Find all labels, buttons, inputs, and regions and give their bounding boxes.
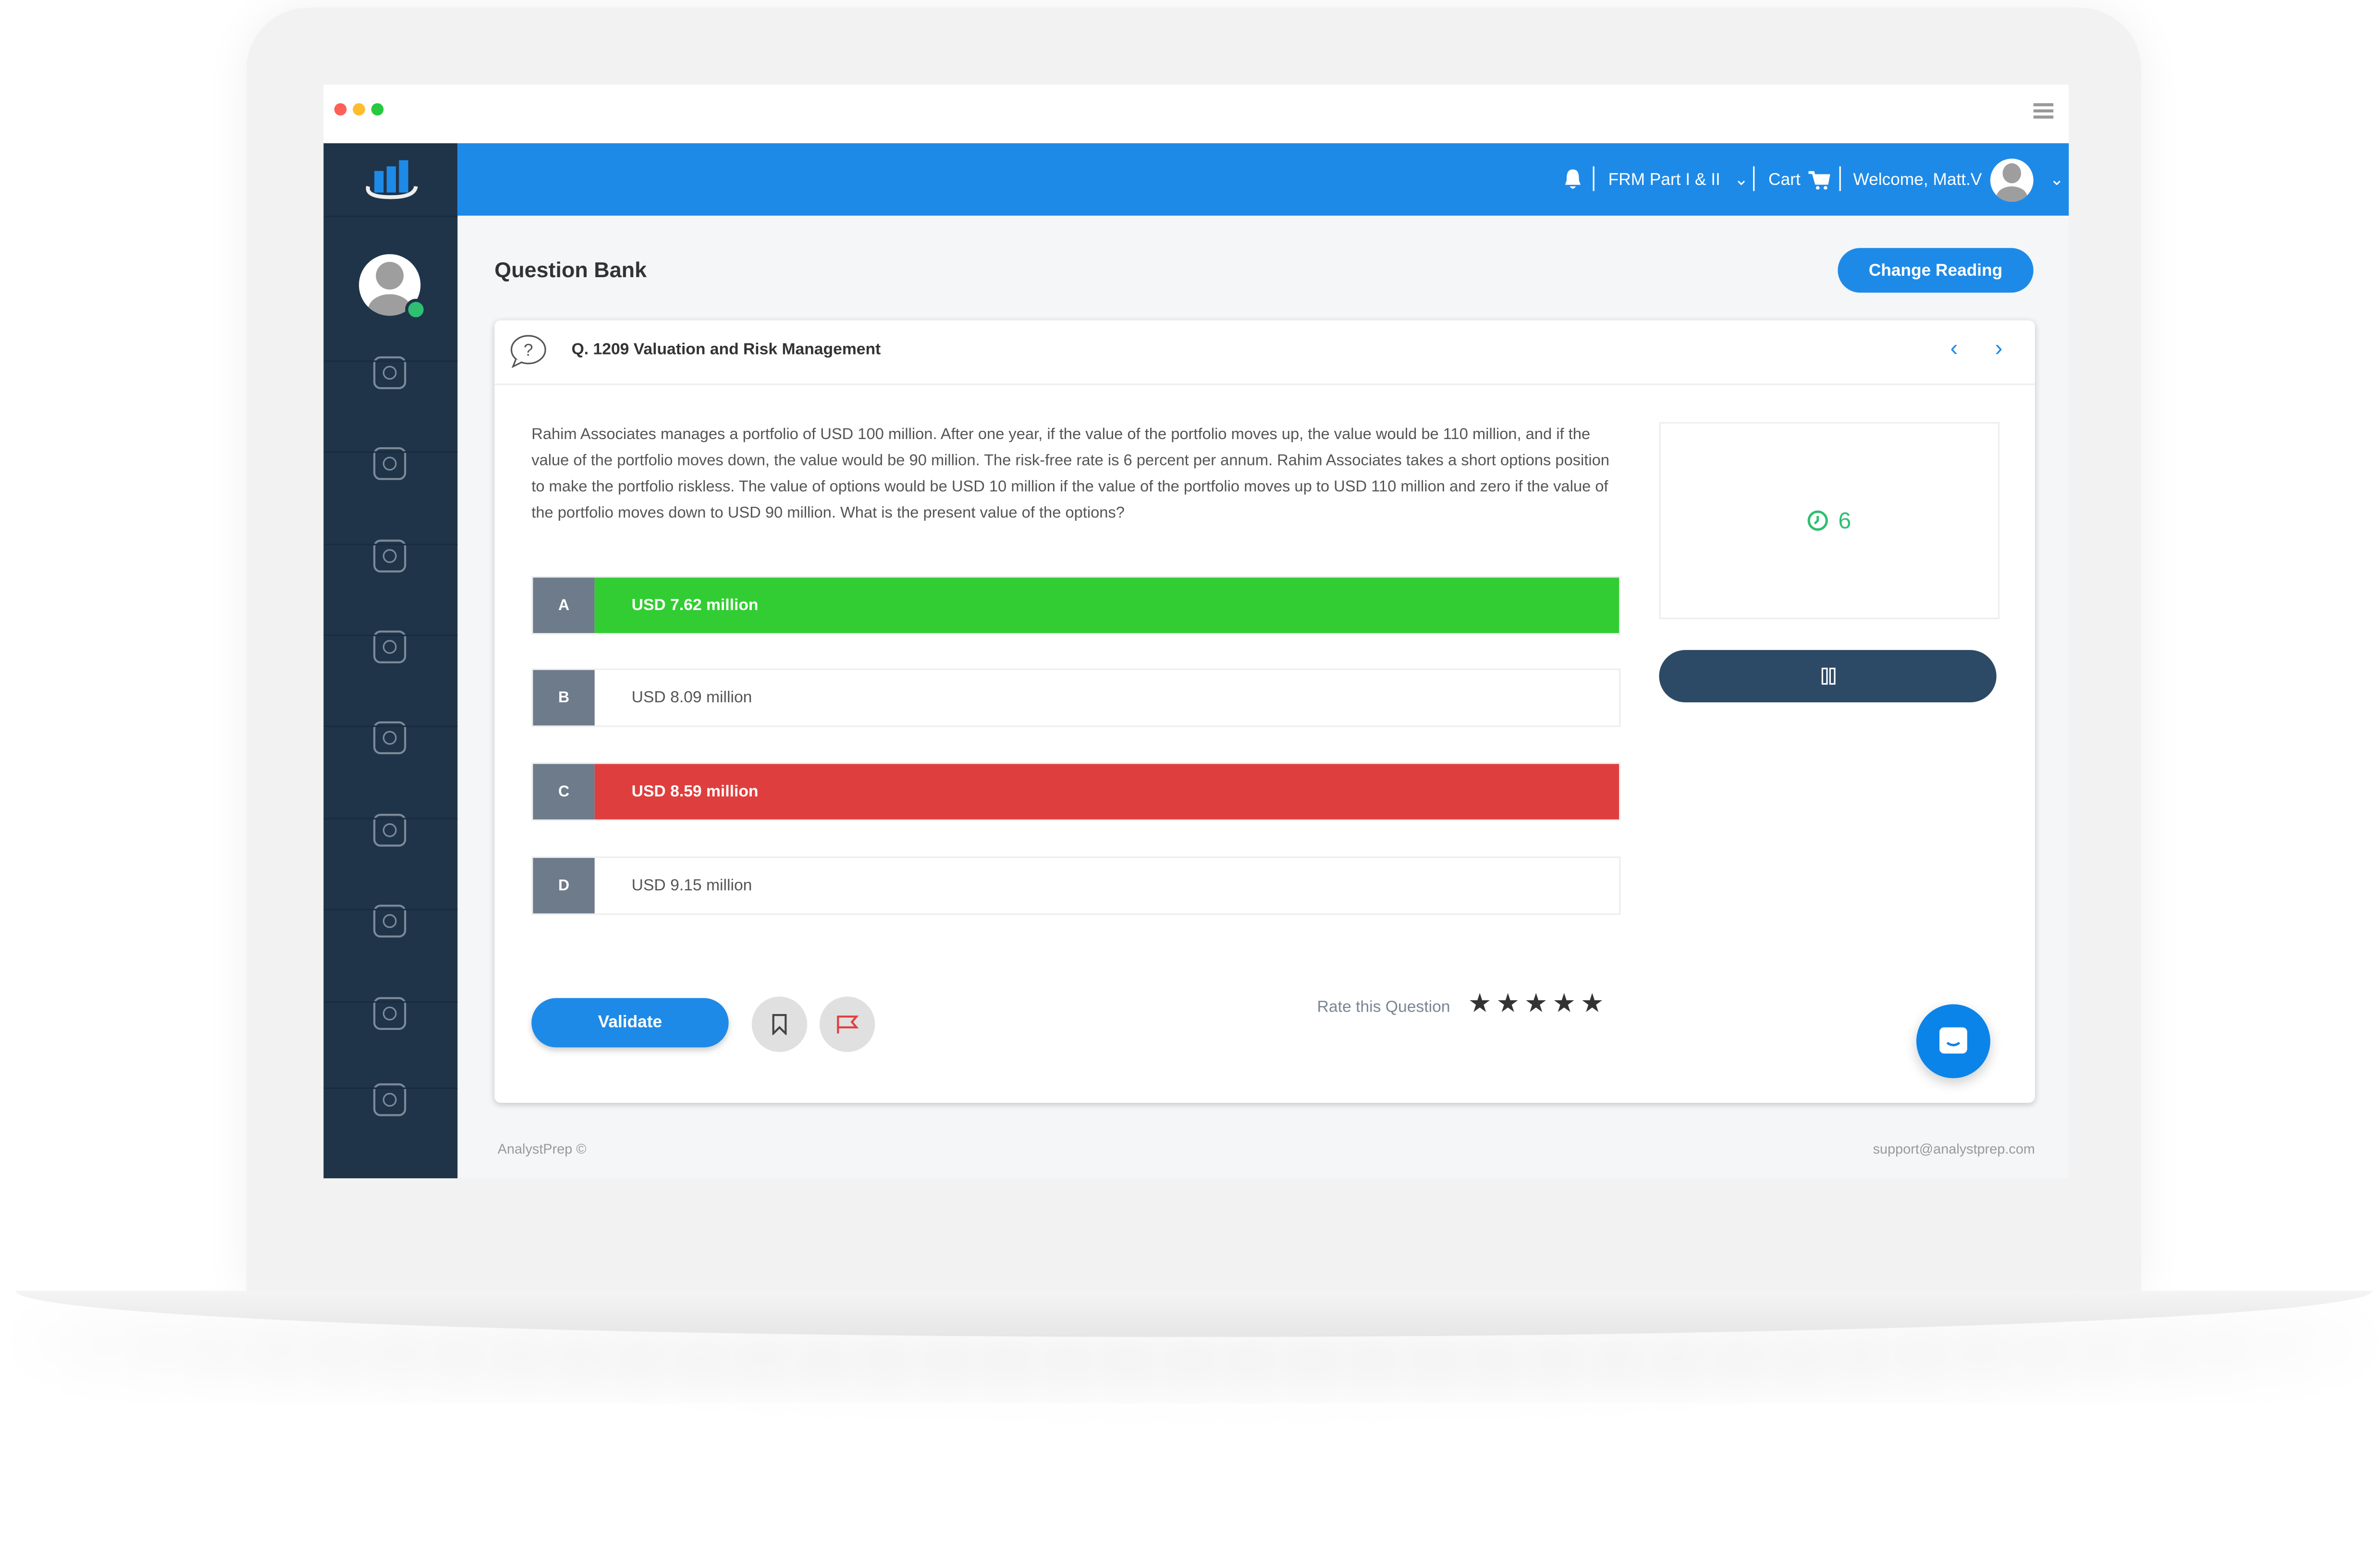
option-letter: B [533,670,595,726]
online-status-dot [405,299,427,320]
sidebar-divider [323,360,458,362]
book-icon [373,814,406,847]
option-letter: A [533,577,595,633]
page-title: Question Bank [494,257,647,282]
bookmark-icon [772,1014,787,1035]
footer-copyright: AnalystPrep © [497,1141,587,1157]
welcome-label: Welcome, Matt.V [1853,170,1982,189]
sidebar-divider [323,908,458,911]
sidebar-divider [323,635,458,636]
chevron-down-icon: ⌄ [1734,171,1749,190]
gear-head-icon [373,447,406,480]
flag-button[interactable] [819,996,875,1052]
question-bubble-icon [373,630,406,663]
flag-icon [837,1015,859,1034]
question-bubble-icon: ? [510,335,546,368]
laptop-base [15,1291,2373,1337]
option-letter: D [533,858,595,914]
divider [1753,166,1755,191]
sidebar-item-money-hand[interactable] [367,1076,413,1123]
course-label: FRM Part I & II [1608,170,1720,189]
money-hand-icon [373,1083,406,1116]
window-titlebar [323,85,2069,144]
sidebar-item-brain[interactable] [367,533,413,579]
sidebar-item-graduation-cap[interactable] [367,715,413,761]
clipboard-icon [373,997,406,1030]
bell-icon[interactable] [1564,168,1582,190]
timer-panel: 6 [1659,422,2000,620]
option-text: USD 9.15 million [631,876,752,895]
sidebar-divider [323,451,458,453]
sidebar-item-open-book[interactable] [367,898,413,944]
option-text: USD 8.09 million [631,688,752,707]
map-icon [373,356,406,390]
app-window: FRM Part I & II ⌄ Cart Welcome, Matt.V ⌄ … [323,85,2069,1178]
svg-text:?: ? [524,341,533,360]
answer-option-a[interactable]: A USD 7.62 million [531,576,1621,635]
option-text: USD 8.59 million [594,764,1619,819]
option-text: USD 7.62 million [594,577,1619,633]
sidebar-item-gear-head[interactable] [367,440,413,487]
sidebar-divider [323,1001,458,1003]
chat-button[interactable] [1916,1004,1990,1078]
sidebar-divider [323,725,458,727]
chat-icon [1939,1027,1967,1054]
analystprep-logo-icon [366,160,418,199]
maximize-window-dot[interactable] [371,103,384,116]
rating-stars[interactable]: ★★★★★ [1468,989,1608,1020]
change-reading-button[interactable]: Change Reading [1838,248,2034,293]
answer-option-c[interactable]: C USD 8.59 million [531,762,1621,821]
bookmark-button[interactable] [751,996,808,1052]
divider [1593,166,1595,191]
validate-button[interactable]: Validate [531,998,729,1048]
sidebar-divider [323,543,458,546]
minimize-window-dot[interactable] [353,103,365,116]
cart-button[interactable]: Cart [1768,143,1830,216]
pause-icon [1821,668,1835,685]
support-email-link[interactable]: support@analystprep.com [1873,1141,2035,1157]
user-menu[interactable]: Welcome, Matt.V ⌄ [1853,143,2064,216]
sidebar-item-clipboard[interactable] [367,990,413,1037]
next-question-arrow-icon[interactable]: › [1995,336,2002,362]
open-book-icon [373,905,406,938]
brain-icon [373,539,406,573]
top-header: FRM Part I & II ⌄ Cart Welcome, Matt.V ⌄ [457,143,2069,216]
sidebar [323,143,458,1178]
cart-icon [1808,170,1830,189]
question-header: ? Q. 1209 Valuation and Risk Management … [494,320,2035,385]
cart-label: Cart [1768,170,1801,189]
course-dropdown[interactable]: FRM Part I & II ⌄ [1608,143,1749,216]
hamburger-icon[interactable] [2033,102,2054,120]
pause-button[interactable] [1659,650,1997,703]
previous-question-arrow-icon[interactable]: ‹ [1950,336,1958,362]
logo[interactable] [323,143,458,218]
sidebar-divider [323,1087,458,1089]
sidebar-item-map[interactable] [367,350,413,396]
header-avatar [1989,158,2033,201]
question-text: Rahim Associates manages a portfolio of … [531,427,1609,523]
question-title: Q. 1209 Valuation and Risk Management [571,340,881,359]
sidebar-item-question-bubble[interactable] [367,624,413,670]
chevron-down-icon: ⌄ [2049,171,2064,190]
rate-label: Rate this Question [1317,998,1450,1017]
close-window-dot[interactable] [334,103,347,116]
sidebar-item-book[interactable] [367,807,413,853]
divider [1839,166,1841,191]
question-card: ? Q. 1209 Valuation and Risk Management … [494,320,2035,1103]
timer-value: 6 [1838,507,1852,534]
graduation-cap-icon [373,721,406,755]
answer-option-d[interactable]: D USD 9.15 million [531,856,1621,915]
answer-option-b[interactable]: B USD 8.09 million [531,668,1621,727]
sidebar-divider [323,818,458,819]
option-letter: C [533,764,595,819]
clock-icon [1808,510,1828,531]
